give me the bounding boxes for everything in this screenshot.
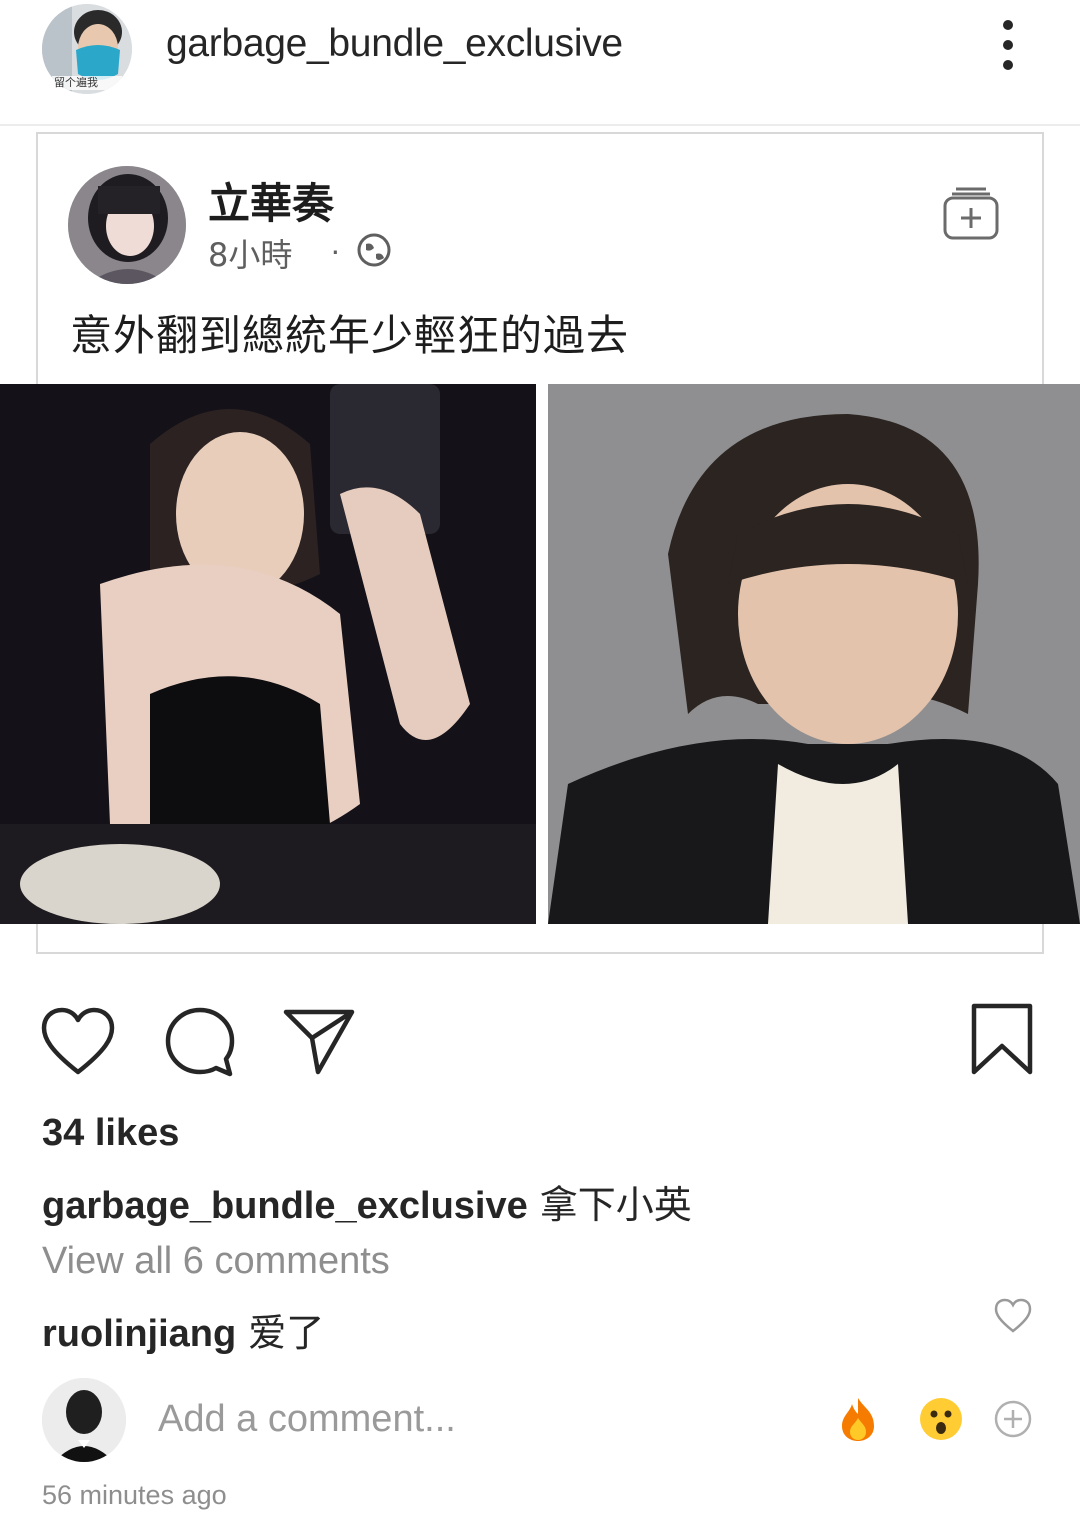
comment-icon (165, 1007, 235, 1077)
add-reaction-icon[interactable] (994, 1400, 1032, 1438)
caption-text: 拿下小英 (539, 1183, 692, 1227)
globe-icon (356, 232, 392, 268)
save-to-collection-icon (942, 184, 1000, 242)
wow-emoji-icon[interactable] (918, 1396, 964, 1442)
post-photo-left (0, 384, 536, 924)
comment-text: 爱了 (248, 1311, 325, 1355)
fire-emoji-icon[interactable] (838, 1396, 878, 1442)
post-timestamp: 56 minutes ago (42, 1480, 227, 1510)
comment-button[interactable] (164, 1006, 236, 1078)
comment-like-heart-icon[interactable] (994, 1298, 1032, 1334)
bookmark-icon (971, 1003, 1033, 1075)
embedded-post-time: 8小時 (208, 236, 293, 274)
embedded-author-name: 立華奏 (208, 179, 335, 228)
caption-username[interactable]: garbage_bundle_exclusive (42, 1185, 528, 1227)
share-button[interactable] (282, 1006, 356, 1076)
likes-count[interactable]: 34 likes (42, 1112, 179, 1155)
comment-item: ruolinjiang 爱了 (42, 1302, 324, 1357)
time-separator: · (330, 232, 341, 268)
like-button[interactable] (40, 1006, 116, 1078)
send-icon (283, 1009, 355, 1075)
more-options-icon[interactable] (990, 20, 1026, 80)
header-username[interactable]: garbage_bundle_exclusive (166, 22, 623, 66)
post-photo-right (548, 384, 1080, 924)
view-all-comments-link[interactable]: View all 6 comments (42, 1240, 390, 1283)
bookmark-button[interactable] (970, 1002, 1034, 1076)
heart-icon (41, 1007, 115, 1075)
current-user-avatar (42, 1378, 126, 1462)
avatar-badge-text: 留个遍我 (54, 76, 98, 89)
add-comment-input[interactable]: Add a comment... (158, 1398, 456, 1441)
caption: garbage_bundle_exclusive 拿下小英 (42, 1174, 692, 1229)
embedded-post-text: 意外翻到總統年少輕狂的過去 (70, 311, 630, 360)
comment-username[interactable]: ruolinjiang (42, 1313, 236, 1355)
embedded-author-avatar (68, 166, 186, 284)
